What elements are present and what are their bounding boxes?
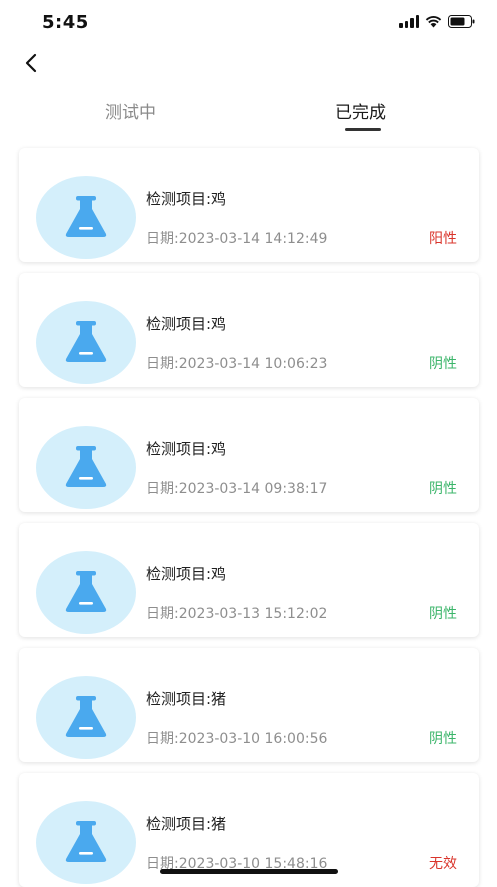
record-date: 日期:2023-03-13 15:12:02 (146, 606, 328, 622)
record-date: 日期:2023-03-14 09:38:17 (146, 481, 328, 497)
flask-icon (63, 568, 109, 618)
battery-icon (448, 15, 475, 28)
result-badge: 阴性 (429, 731, 457, 747)
tab-testing[interactable]: 测试中 (105, 98, 156, 123)
cellular-signal-icon (399, 15, 419, 28)
result-badge: 阴性 (429, 481, 457, 497)
result-badge: 阴性 (429, 606, 457, 622)
status-bar: 5:45 (0, 0, 497, 46)
record-date: 日期:2023-03-14 10:06:23 (146, 356, 328, 372)
project-title: 检测项目:鸡 (146, 315, 227, 333)
result-badge: 无效 (429, 856, 457, 872)
project-title: 检测项目:猪 (146, 690, 227, 708)
avatar (36, 301, 136, 384)
result-badge: 阴性 (429, 356, 457, 372)
tab-bar: 测试中 已完成 (0, 88, 497, 134)
avatar (36, 551, 136, 634)
avatar (36, 801, 136, 884)
record-card[interactable]: 检测项目:猪 日期:2023-03-10 16:00:56 阴性 (19, 648, 479, 762)
project-title: 检测项目:鸡 (146, 440, 227, 458)
avatar (36, 676, 136, 759)
flask-icon (63, 818, 109, 868)
status-icons (399, 15, 475, 28)
record-card[interactable]: 检测项目:鸡 日期:2023-03-14 09:38:17 阴性 (19, 398, 479, 512)
project-title: 检测项目:鸡 (146, 190, 227, 208)
project-title: 检测项目:鸡 (146, 565, 227, 583)
flask-icon (63, 693, 109, 743)
tab-active-indicator (345, 128, 381, 131)
chevron-left-icon (24, 53, 38, 77)
flask-icon (63, 193, 109, 243)
flask-icon (63, 318, 109, 368)
record-card[interactable]: 检测项目:鸡 日期:2023-03-14 10:06:23 阴性 (19, 273, 479, 387)
wifi-icon (425, 15, 442, 28)
project-title: 检测项目:猪 (146, 815, 227, 833)
avatar (36, 176, 136, 259)
result-badge: 阳性 (429, 231, 457, 247)
avatar (36, 426, 136, 509)
record-date: 日期:2023-03-10 16:00:56 (146, 731, 328, 747)
record-card[interactable]: 检测项目:鸡 日期:2023-03-14 14:12:49 阳性 (19, 148, 479, 262)
back-button[interactable] (16, 50, 46, 80)
record-date: 日期:2023-03-14 14:12:49 (146, 231, 328, 247)
home-indicator[interactable] (160, 869, 338, 874)
tab-completed[interactable]: 已完成 (335, 98, 386, 123)
flask-icon (63, 443, 109, 493)
record-card[interactable]: 检测项目:鸡 日期:2023-03-13 15:12:02 阴性 (19, 523, 479, 637)
status-time: 5:45 (42, 12, 89, 33)
